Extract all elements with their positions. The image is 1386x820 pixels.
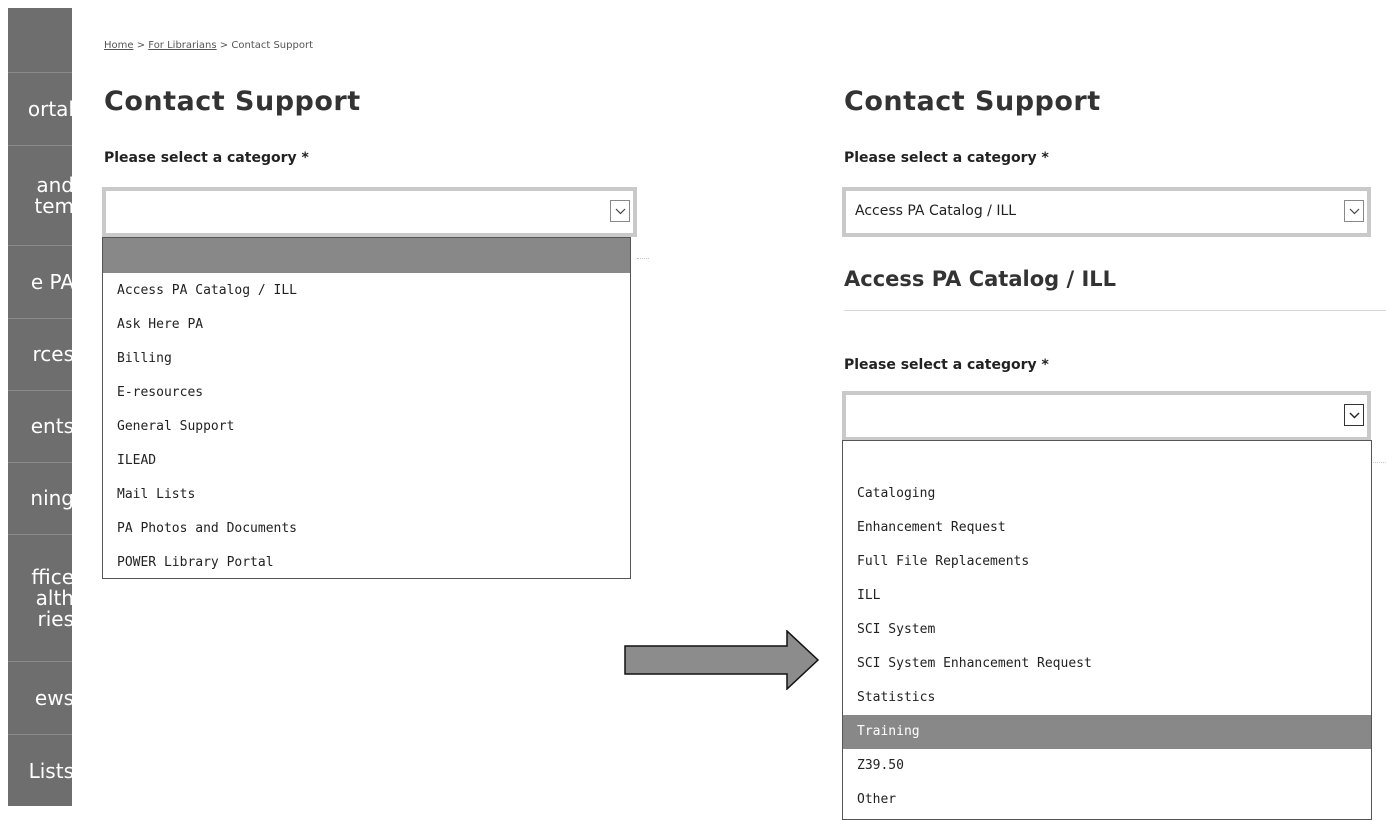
dropdown-option[interactable]: ILEAD	[103, 444, 630, 478]
sidebar-item-label: ews	[34, 685, 72, 710]
divider	[637, 258, 649, 260]
sidebar-item-label: ffice alth ries	[31, 564, 72, 631]
sidebar-item-health-libraries[interactable]: ffice alth ries	[8, 534, 72, 661]
category-label-right: Please select a category *	[844, 150, 1049, 166]
sidebar-item-news[interactable]: ews	[8, 661, 72, 734]
divider	[1371, 462, 1386, 464]
dropdown-option[interactable]: Access PA Catalog / ILL	[103, 274, 630, 308]
right-arrow-icon	[624, 630, 820, 690]
dropdown-option[interactable]: Z39.50	[843, 749, 1371, 783]
page-title: Contact Support	[104, 86, 361, 117]
dropdown-option[interactable]: Cataloging	[843, 477, 1371, 511]
dropdown-option[interactable]: Full File Replacements	[843, 545, 1371, 579]
breadcrumb-separator: >	[136, 40, 146, 51]
dropdown-option[interactable]: PA Photos and Documents	[103, 512, 630, 546]
breadcrumb-home-link[interactable]: Home	[104, 40, 134, 51]
dropdown-option[interactable]: POWER Library Portal	[103, 546, 630, 580]
sidebar-item-training[interactable]: ning	[8, 462, 72, 534]
category-label: Please select a category *	[104, 150, 309, 166]
subcategory-select[interactable]	[842, 391, 1371, 441]
dropdown-option[interactable]: ILL	[843, 579, 1371, 613]
sidebar-item-label: Lists	[28, 758, 72, 783]
chevron-down-icon[interactable]	[1344, 200, 1364, 222]
sidebar-item-label: e PA	[30, 269, 72, 294]
chevron-down-icon[interactable]	[1344, 404, 1364, 426]
category-select-right[interactable]: Access PA Catalog / ILL	[842, 187, 1371, 237]
dropdown-option[interactable]: SCI System Enhancement Request	[843, 647, 1371, 681]
section-heading: Access PA Catalog / ILL	[844, 267, 1117, 291]
sidebar-item-pa[interactable]: e PA	[8, 245, 72, 318]
breadcrumb-current: Contact Support	[231, 40, 313, 51]
subcategory-dropdown: Cataloging Enhancement Request Full File…	[842, 440, 1372, 820]
dropdown-option[interactable]: Other	[843, 783, 1371, 817]
sidebar-item-label: rces	[32, 342, 72, 366]
category-dropdown: Access PA Catalog / ILL Ask Here PA Bill…	[102, 237, 631, 579]
breadcrumb-librarians-link[interactable]: For Librarians	[148, 40, 216, 51]
sidebar-item-label: ning	[30, 486, 72, 510]
dropdown-option[interactable]: Statistics	[843, 681, 1371, 715]
sidebar-item-system[interactable]: and tem	[8, 145, 72, 245]
dropdown-option[interactable]: Mail Lists	[103, 478, 630, 512]
dropdown-option-blank[interactable]	[103, 238, 630, 273]
subcategory-label: Please select a category *	[844, 357, 1049, 373]
breadcrumb: Home > For Librarians > Contact Support	[104, 40, 313, 51]
sidebar-item-label: ortal	[27, 96, 72, 121]
dropdown-option-blank[interactable]	[843, 441, 1371, 475]
sidebar-item-lists[interactable]: Lists	[8, 734, 72, 806]
category-select[interactable]	[102, 187, 637, 237]
dropdown-option[interactable]: SCI System	[843, 613, 1371, 647]
sidebar-item-resources[interactable]: rces	[8, 318, 72, 390]
sidebar-item-label: and tem	[34, 172, 72, 218]
breadcrumb-separator: >	[219, 40, 229, 51]
dropdown-option[interactable]: E-resources	[103, 376, 630, 410]
dropdown-option[interactable]: Enhancement Request	[843, 511, 1371, 545]
page-title-right: Contact Support	[844, 86, 1101, 117]
sidebar-item-label: ents	[30, 414, 72, 438]
divider	[844, 310, 1386, 311]
category-select-value: Access PA Catalog / ILL	[855, 203, 1017, 219]
sidebar-item-events[interactable]: ents	[8, 390, 72, 462]
dropdown-option[interactable]: Billing	[103, 342, 630, 376]
dropdown-option-selected[interactable]: Training	[843, 715, 1371, 749]
sidebar-nav: ortal and tem e PA rces ents ning ffice …	[8, 8, 72, 806]
dropdown-option[interactable]: Ask Here PA	[103, 308, 630, 342]
dropdown-option[interactable]: General Support	[103, 410, 630, 444]
chevron-down-icon[interactable]	[610, 200, 630, 222]
sidebar-item-portal[interactable]: ortal	[8, 72, 72, 145]
